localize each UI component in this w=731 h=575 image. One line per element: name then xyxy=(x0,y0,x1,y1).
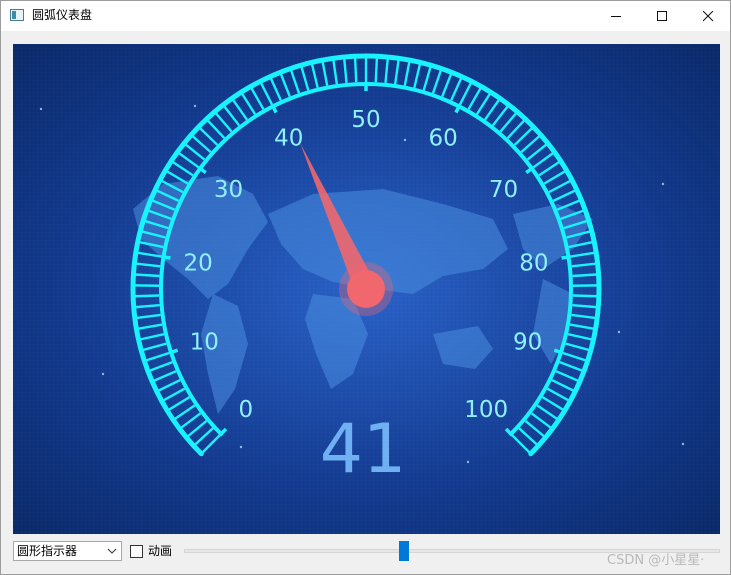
gauge-minor-tick xyxy=(572,273,597,278)
control-bar: 圆形指示器 动画 CSDN @小星星· xyxy=(1,537,730,574)
gauge-major-tick xyxy=(161,254,171,260)
close-button[interactable] xyxy=(685,1,730,31)
star-dot xyxy=(466,460,470,464)
gauge-minor-tick xyxy=(135,294,160,298)
gauge-scale-label: 100 xyxy=(464,397,508,423)
star-dot xyxy=(193,104,197,108)
value-slider-handle[interactable] xyxy=(398,541,409,561)
pointer-hub xyxy=(347,270,385,308)
gauge-minor-tick xyxy=(374,58,379,83)
app-window: 圆弧仪表盘 0 10 20 30 40 50 60 70 80 90 100 4… xyxy=(0,0,731,575)
gauge-value-text: 41 xyxy=(320,410,407,489)
arc-gauge: 0 10 20 30 40 50 60 70 80 90 100 41 xyxy=(13,44,720,534)
maximize-button[interactable] xyxy=(639,1,685,31)
star-dot xyxy=(681,442,685,446)
star-dot xyxy=(101,372,105,376)
gauge-minor-tick xyxy=(572,294,597,298)
star-dot xyxy=(617,330,621,334)
gauge-minor-tick xyxy=(135,273,160,278)
gauge-scale-label: 0 xyxy=(238,397,253,423)
star-dot xyxy=(239,445,243,449)
close-icon xyxy=(702,10,713,21)
window-title: 圆弧仪表盘 xyxy=(32,8,93,22)
star-dot xyxy=(403,138,407,142)
animation-checkbox-label[interactable]: 动画 xyxy=(148,543,172,560)
chevron-down-icon xyxy=(107,543,117,559)
gauge-scale-label: 60 xyxy=(429,126,458,152)
minimize-icon xyxy=(610,15,621,17)
gauge-scale-label: 20 xyxy=(183,250,212,276)
pointer-style-combobox-value: 圆形指示器 xyxy=(17,544,78,558)
maximize-icon xyxy=(656,10,667,21)
gauge-scale-label: 90 xyxy=(513,330,542,356)
minimize-button[interactable] xyxy=(593,1,639,31)
gauge-scale-label: 70 xyxy=(489,177,518,203)
star-dot xyxy=(661,182,665,186)
gauge-scale-label: 80 xyxy=(519,250,548,276)
title-bar[interactable]: 圆弧仪表盘 xyxy=(1,1,730,31)
app-window-icon xyxy=(10,9,24,21)
pointer-style-combobox[interactable]: 圆形指示器 xyxy=(13,541,122,561)
gauge-scale-label: 40 xyxy=(274,126,303,152)
gauge-scale-label: 50 xyxy=(351,107,380,133)
gauge-major-tick xyxy=(561,254,571,260)
gauge-scale-label: 30 xyxy=(214,177,243,203)
gauge-minor-tick xyxy=(353,58,358,83)
gauge-scale-label: 10 xyxy=(190,330,219,356)
animation-checkbox[interactable] xyxy=(130,545,143,558)
star-dot xyxy=(39,107,43,111)
watermark-text: CSDN @小星星· xyxy=(607,553,705,568)
